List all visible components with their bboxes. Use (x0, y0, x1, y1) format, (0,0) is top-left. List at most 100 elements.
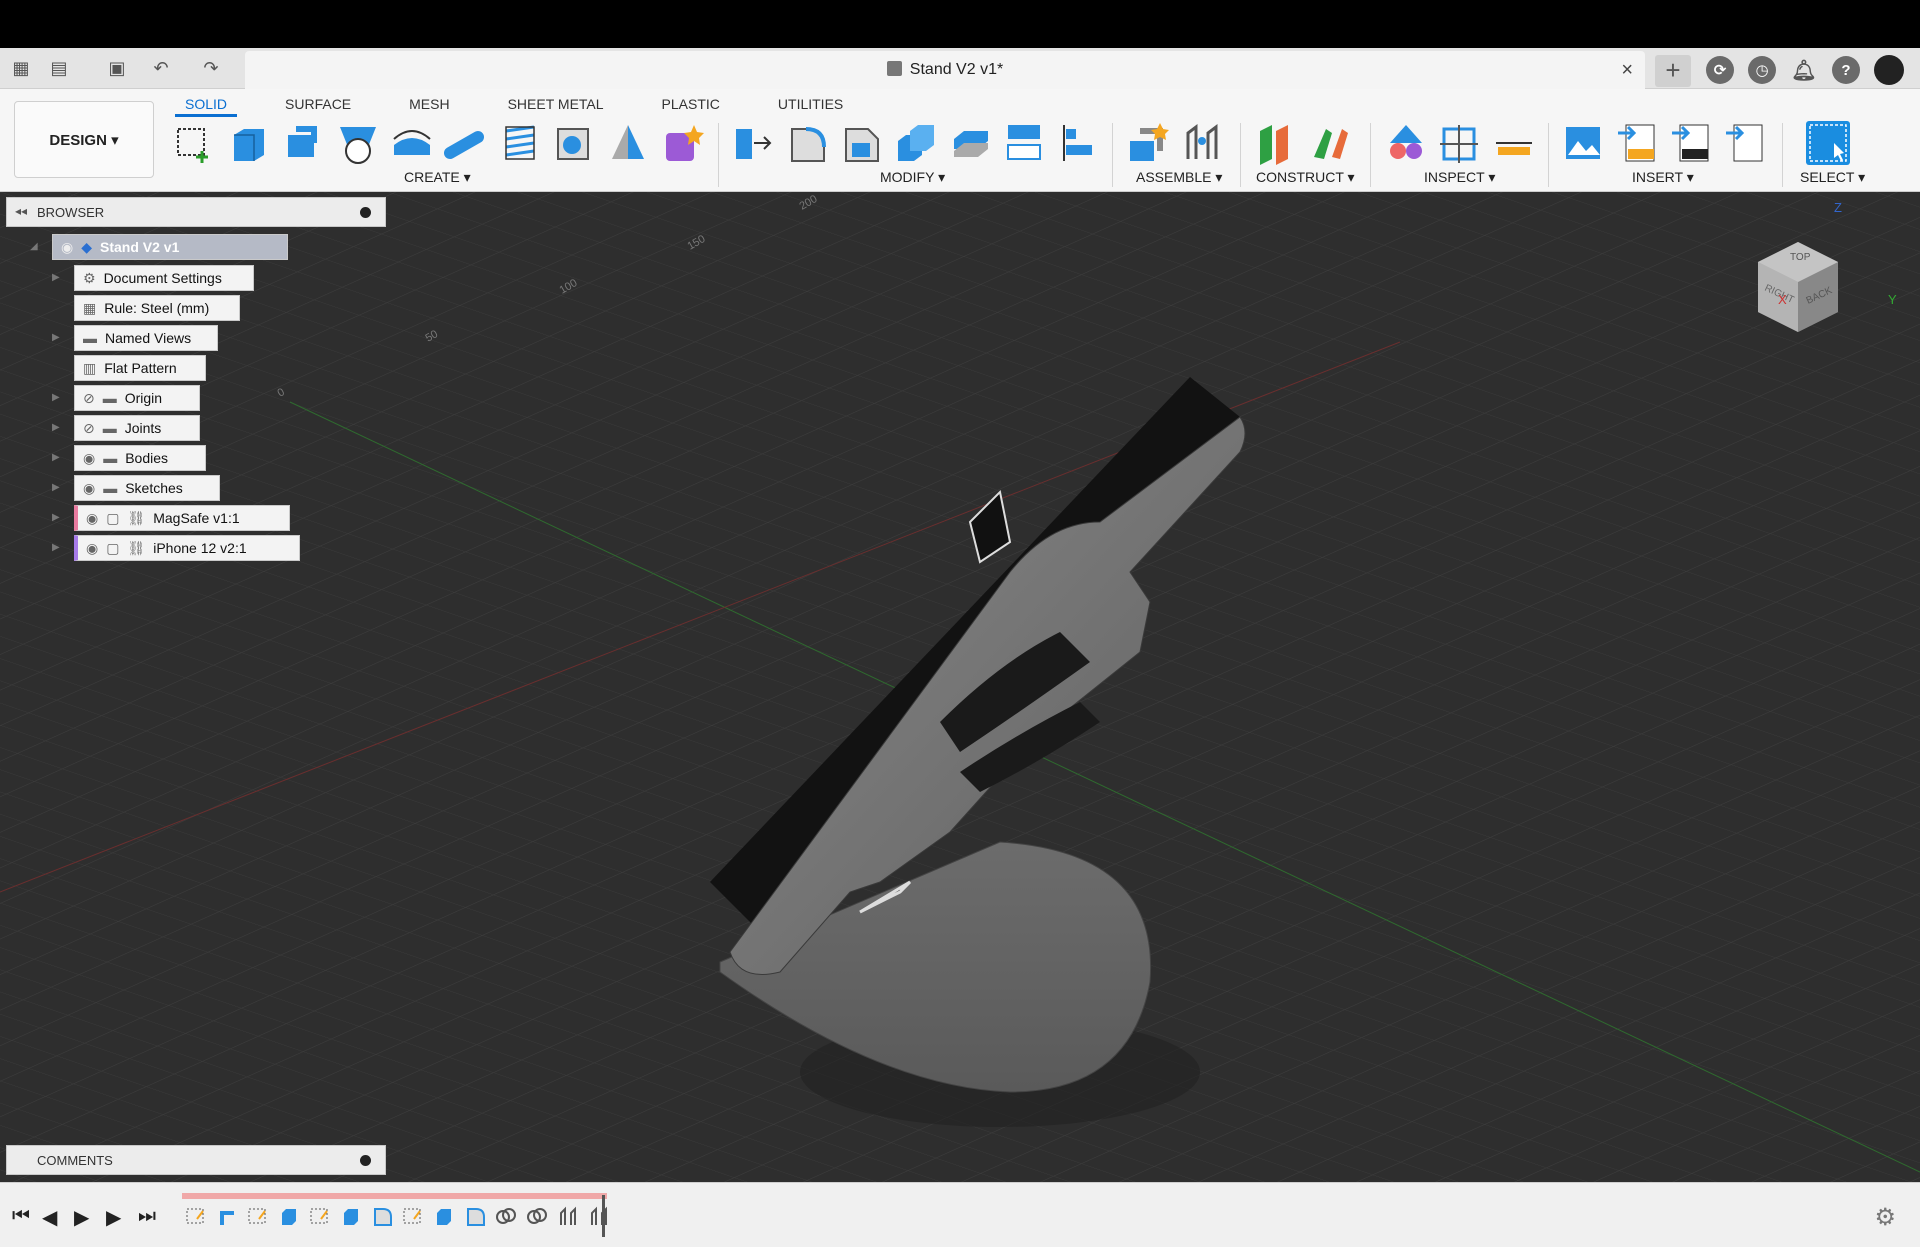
sketch-feature-icon[interactable] (306, 1203, 334, 1229)
eye-icon[interactable]: ◉ (86, 510, 98, 527)
new-tab-button[interactable]: + (1655, 55, 1691, 87)
step-forward-button[interactable]: ▶ (106, 1205, 121, 1230)
hidden-eye-icon[interactable]: ⊘ (83, 390, 95, 407)
browser-item-flat-pattern[interactable]: ▥ Flat Pattern (74, 355, 206, 381)
job-status-icon[interactable]: ⟳ (1706, 56, 1734, 84)
expand-icon[interactable]: ▶ (52, 512, 60, 523)
expand-icon[interactable]: ◢ (30, 241, 38, 252)
hidden-eye-icon[interactable]: ⊘ (83, 420, 95, 437)
expand-icon[interactable]: ▶ (52, 482, 60, 493)
insert-dxf-icon[interactable] (1670, 121, 1714, 165)
collapse-icon[interactable]: ◂◂ (15, 204, 27, 218)
flange-feature-icon[interactable] (213, 1203, 241, 1229)
mirror-icon[interactable] (606, 121, 650, 165)
browser-item-bodies[interactable]: ◉ ▬ Bodies (74, 445, 206, 471)
canvas-viewport[interactable]: 0 50 100 150 200 TOP RIGHT BACK X Y Z (0, 192, 1920, 1182)
browser-item-joints[interactable]: ⊘ ▬ Joints (74, 415, 200, 441)
save-icon[interactable]: ▣ (104, 56, 130, 80)
expand-icon[interactable]: ▶ (52, 272, 60, 283)
go-to-start-button[interactable]: ⏮ (12, 1205, 30, 1228)
tab-solid[interactable]: SOLID (175, 93, 238, 117)
eye-icon[interactable]: ◉ (83, 450, 95, 467)
expand-icon[interactable]: ▶ (52, 392, 60, 403)
expand-icon[interactable]: ▶ (52, 332, 60, 343)
sketch-feature-icon[interactable] (182, 1203, 210, 1229)
close-tab-icon[interactable]: × (1621, 59, 1633, 82)
browser-item-named-views[interactable]: ▬ Named Views (74, 325, 218, 351)
tab-surface[interactable]: SURFACE (275, 93, 361, 117)
browser-item-magsafe[interactable]: ◉ ▢ ⛓ MagSafe v1:1 (74, 505, 290, 531)
create-sketch-icon[interactable] (172, 121, 216, 165)
browser-item-origin[interactable]: ⊘ ▬ Origin (74, 385, 200, 411)
browser-root-node[interactable]: ◉ ◆ Stand V2 v1 (52, 234, 288, 260)
tab-plastic[interactable]: PLASTIC (652, 93, 730, 117)
undo-icon[interactable]: ↶ (148, 56, 174, 80)
pipe-icon[interactable] (444, 121, 488, 165)
step-back-button[interactable]: ◀ (42, 1205, 57, 1230)
revolve-icon[interactable] (282, 121, 326, 165)
fillet-icon[interactable] (786, 121, 830, 165)
insert-menu[interactable]: INSERT ▾ (1632, 169, 1694, 186)
offset-face-icon[interactable] (948, 121, 992, 165)
document-tab[interactable]: Stand V2 v1* × (245, 51, 1645, 89)
create-menu[interactable]: CREATE ▾ (404, 169, 471, 186)
new-component-icon[interactable] (1126, 121, 1170, 165)
joint-feature-icon[interactable] (554, 1203, 582, 1229)
browser-panel-header[interactable]: ◂◂ BROWSER (6, 197, 386, 227)
modify-menu[interactable]: MODIFY ▾ (880, 169, 945, 186)
design-workspace-button[interactable]: DESIGN ▾ (14, 101, 154, 178)
extrude-feature-icon[interactable] (275, 1203, 303, 1229)
app-grid-icon[interactable]: ▦ (8, 56, 34, 80)
browser-item-rule[interactable]: ▦ Rule: Steel (mm) (74, 295, 240, 321)
eye-icon[interactable]: ◉ (61, 239, 73, 256)
pin-icon[interactable] (360, 1155, 371, 1166)
help-icon[interactable]: ? (1832, 56, 1860, 84)
extrude-feature-icon[interactable] (430, 1203, 458, 1229)
press-pull-icon[interactable] (732, 121, 776, 165)
select-menu[interactable]: SELECT ▾ (1800, 169, 1865, 186)
shell-icon[interactable] (552, 121, 596, 165)
avatar[interactable] (1874, 55, 1904, 85)
gear-icon[interactable]: ⚙ (1874, 1203, 1896, 1232)
section-analysis-icon[interactable] (1438, 121, 1482, 165)
extrude-icon[interactable] (226, 121, 270, 165)
select-icon[interactable] (1806, 121, 1850, 165)
browser-item-iphone[interactable]: ◉ ▢ ⛓ iPhone 12 v2:1 (74, 535, 300, 561)
form-icon[interactable] (660, 121, 704, 165)
split-body-icon[interactable] (1002, 121, 1046, 165)
insert-svg-icon[interactable] (1616, 121, 1660, 165)
expand-icon[interactable]: ▶ (52, 452, 60, 463)
insert-mesh-icon[interactable] (1724, 121, 1768, 165)
insert-image-icon[interactable] (1562, 121, 1606, 165)
browser-item-document-settings[interactable]: ⚙ Document Settings (74, 265, 254, 291)
play-button[interactable]: ▶ (74, 1205, 89, 1230)
joint-feature-icon[interactable] (585, 1203, 613, 1229)
sketch-feature-icon[interactable] (244, 1203, 272, 1229)
redo-icon[interactable]: ↷ (198, 56, 224, 80)
fillet-feature-icon[interactable] (461, 1203, 489, 1229)
sketch-feature-icon[interactable] (399, 1203, 427, 1229)
tab-sheet-metal[interactable]: SHEET METAL (498, 93, 614, 117)
notification-icon[interactable]: 🔔︎ (1790, 56, 1818, 84)
align-icon[interactable] (1056, 121, 1100, 165)
assemble-menu[interactable]: ASSEMBLE ▾ (1136, 169, 1222, 186)
thread-icon[interactable] (498, 121, 542, 165)
comments-panel-header[interactable]: COMMENTS (6, 1145, 386, 1175)
inspect-menu[interactable]: INSPECT ▾ (1424, 169, 1495, 186)
eye-icon[interactable]: ◉ (83, 480, 95, 497)
combine-feature-icon[interactable] (492, 1203, 520, 1229)
combine-feature-icon[interactable] (523, 1203, 551, 1229)
extrude-feature-icon[interactable] (337, 1203, 365, 1229)
go-to-end-button[interactable]: ⏭ (138, 1205, 156, 1228)
expand-icon[interactable]: ▶ (52, 422, 60, 433)
fillet-feature-icon[interactable] (368, 1203, 396, 1229)
combine-icon[interactable] (894, 121, 938, 165)
construct-menu[interactable]: CONSTRUCT ▾ (1256, 169, 1355, 186)
expand-icon[interactable]: ▶ (52, 542, 60, 553)
chamfer-icon[interactable] (840, 121, 884, 165)
offset-plane-icon[interactable] (1254, 121, 1298, 165)
sweep-icon[interactable] (336, 121, 380, 165)
tab-mesh[interactable]: MESH (399, 93, 459, 117)
file-icon[interactable]: ▤ (46, 56, 72, 80)
tab-utilities[interactable]: UTILITIES (768, 93, 853, 117)
